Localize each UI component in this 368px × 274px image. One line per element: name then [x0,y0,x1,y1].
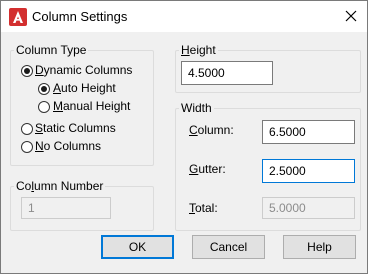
radio-static-columns[interactable] [21,123,33,135]
help-button[interactable]: Help [283,235,356,259]
label-auto-height[interactable]: Auto Height [53,81,116,95]
label-static-columns[interactable]: Static Columns [35,121,116,135]
height-input[interactable]: 4.5000 [181,61,273,85]
column-number-field: 1 [21,197,111,219]
gutter-label: Gutter: [189,162,226,176]
label-no-columns[interactable]: No Columns [35,139,101,153]
radio-no-columns[interactable] [21,141,33,153]
radio-manual-height[interactable] [38,101,50,113]
radio-auto-height[interactable] [38,83,50,95]
autocad-logo-icon [9,8,27,26]
total-label: Total: [189,201,218,215]
ok-button[interactable]: OK [101,235,174,259]
close-button[interactable] [339,5,363,27]
column-width-input[interactable]: 6.5000 [262,120,355,144]
label-dynamic-columns[interactable]: Dynamic Columns [35,63,132,77]
cancel-button[interactable]: Cancel [192,235,265,259]
column-width-label: Column: [189,123,234,137]
width-legend: Width [181,101,212,115]
label-manual-height[interactable]: Manual Height [53,99,130,113]
column-settings-dialog: Column Settings Column Type Dynamic Colu… [0,0,368,274]
column-type-legend: Column Type [16,43,87,57]
radio-dynamic-columns[interactable] [21,65,33,77]
close-icon [345,10,357,22]
column-number-legend: Column Number [16,179,104,193]
title-bar: Column Settings [1,1,367,32]
height-legend: Height [181,43,216,57]
gutter-input[interactable]: 2.5000 [262,159,355,183]
dialog-title: Column Settings [32,9,128,24]
total-field: 5.0000 [262,197,355,219]
